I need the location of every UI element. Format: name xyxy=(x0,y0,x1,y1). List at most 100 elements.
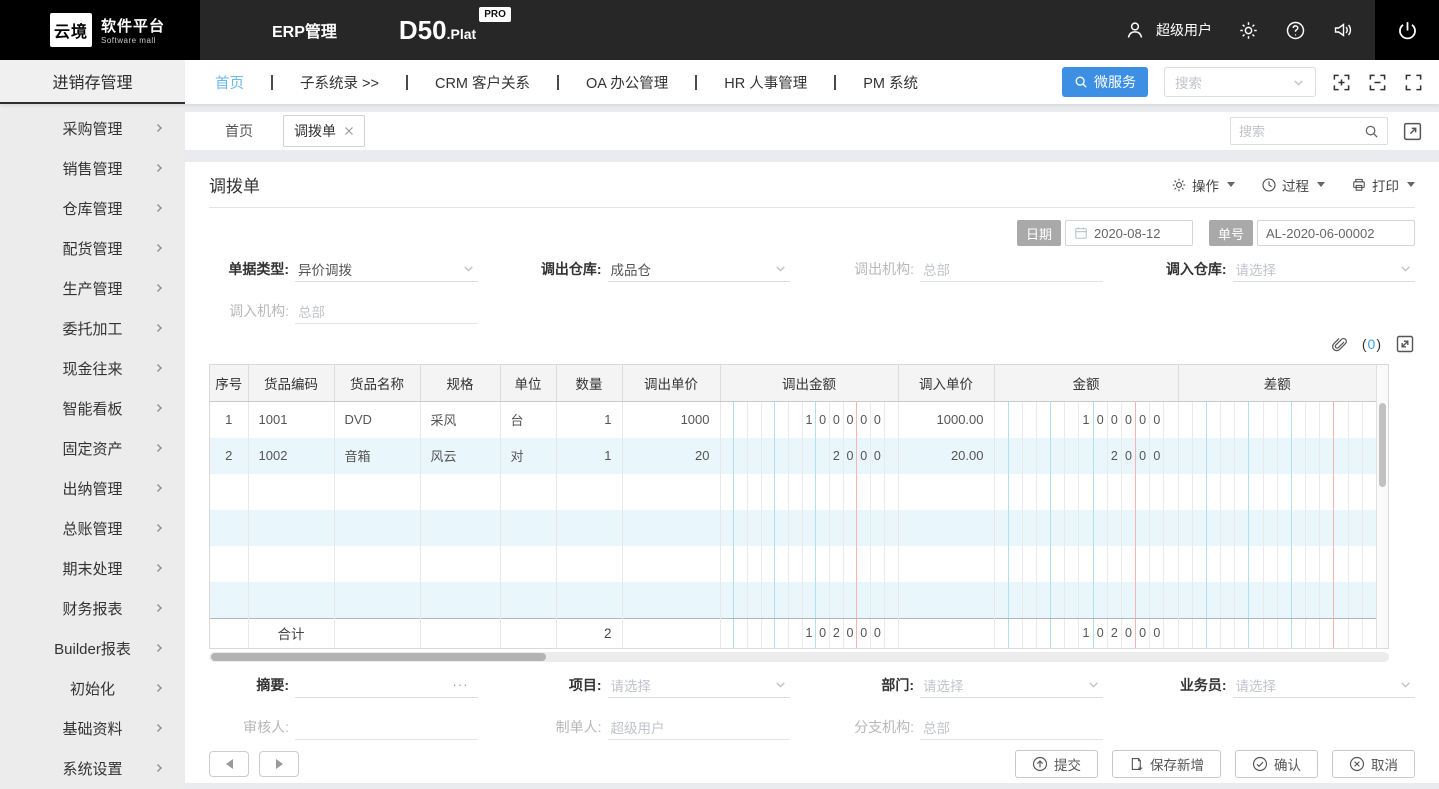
clock-action-button[interactable]: 过程 xyxy=(1261,175,1325,195)
logo[interactable]: 云境 软件平台 Software mall xyxy=(0,0,200,60)
cell-out_amount[interactable] xyxy=(720,474,898,510)
cell-name[interactable] xyxy=(334,474,420,510)
tab-close-icon[interactable] xyxy=(344,126,354,136)
cell-out_price[interactable] xyxy=(622,546,720,582)
logout-button[interactable] xyxy=(1375,0,1439,60)
nav-link[interactable]: CRM 客户关系 xyxy=(408,72,557,93)
cell-out_amount[interactable]: 102000 xyxy=(720,618,898,648)
cell-code[interactable]: 1001 xyxy=(248,401,334,438)
sidebar-item[interactable]: 采购管理 xyxy=(0,108,185,148)
nav-link[interactable]: HR 人事管理 xyxy=(697,72,834,93)
module-title[interactable]: 进销存管理 xyxy=(0,60,185,104)
gear-action-button[interactable]: 操作 xyxy=(1171,175,1235,195)
cell-in_price[interactable] xyxy=(898,510,994,546)
summary-input[interactable]: ··· xyxy=(295,672,478,698)
date-input[interactable]: 2020-08-12 xyxy=(1065,220,1193,246)
horizontal-scrollbar-thumb[interactable] xyxy=(211,653,546,661)
cell-out_amount[interactable] xyxy=(720,510,898,546)
sidebar-item[interactable]: 财务报表 xyxy=(0,588,185,628)
tab-search-input[interactable] xyxy=(1239,124,1358,139)
cell-name[interactable] xyxy=(334,510,420,546)
salesman-select[interactable]: 请选择 xyxy=(1233,672,1416,698)
cell-amount[interactable]: 100000 xyxy=(994,401,1178,438)
cell-seq[interactable] xyxy=(210,474,248,510)
cell-diff[interactable] xyxy=(1178,546,1376,582)
zoom-out-button[interactable] xyxy=(1368,73,1387,92)
in-warehouse-select[interactable]: 请选择 xyxy=(1233,256,1416,282)
vertical-scrollbar[interactable] xyxy=(1376,365,1388,648)
save-button[interactable]: 保存新增 xyxy=(1112,750,1221,778)
cell-out_price[interactable]: 20 xyxy=(622,438,720,474)
cell-unit[interactable]: 对 xyxy=(500,438,556,474)
cell-out_amount[interactable]: 100000 xyxy=(720,401,898,438)
docno-input[interactable]: AL-2020-06-00002 xyxy=(1257,220,1415,246)
cell-seq[interactable] xyxy=(210,618,248,648)
microservice-button[interactable]: 微服务 xyxy=(1062,67,1148,97)
cell-code[interactable] xyxy=(248,582,334,619)
cell-code[interactable]: 1002 xyxy=(248,438,334,474)
cell-out_amount[interactable] xyxy=(720,546,898,582)
expand-table-button[interactable] xyxy=(1395,334,1415,354)
cell-amount[interactable] xyxy=(994,510,1178,546)
sidebar-item[interactable]: 期末处理 xyxy=(0,548,185,588)
sidebar-item[interactable]: 总账管理 xyxy=(0,508,185,548)
cell-seq[interactable]: 1 xyxy=(210,401,248,438)
sidebar-item[interactable]: 委托加工 xyxy=(0,308,185,348)
cell-spec[interactable]: 风云 xyxy=(420,438,500,474)
cell-diff[interactable] xyxy=(1178,582,1376,619)
cell-out_amount[interactable]: 2000 xyxy=(720,438,898,474)
nav-link[interactable]: 首页 xyxy=(215,72,271,93)
cell-amount[interactable] xyxy=(994,546,1178,582)
cell-seq[interactable] xyxy=(210,546,248,582)
user-menu[interactable]: 超级用户 xyxy=(1124,19,1212,41)
cell-seq[interactable] xyxy=(210,582,248,619)
cell-unit[interactable] xyxy=(500,474,556,510)
cell-code[interactable] xyxy=(248,546,334,582)
cell-amount[interactable] xyxy=(994,582,1178,619)
cell-qty[interactable] xyxy=(556,474,622,510)
cell-name[interactable]: 音箱 xyxy=(334,438,420,474)
settings-button[interactable] xyxy=(1238,20,1259,41)
next-record-button[interactable] xyxy=(259,751,299,777)
cell-qty[interactable]: 1 xyxy=(556,438,622,474)
help-button[interactable] xyxy=(1285,20,1306,41)
cell-name[interactable] xyxy=(334,546,420,582)
global-search-select[interactable]: 搜索 xyxy=(1164,67,1316,97)
more-button[interactable]: ··· xyxy=(453,677,469,692)
sidebar-item[interactable]: 基础资料 xyxy=(0,708,185,748)
cell-qty[interactable] xyxy=(556,582,622,619)
tab-document[interactable]: 调拨单 xyxy=(283,115,365,147)
sidebar-item[interactable]: 出纳管理 xyxy=(0,468,185,508)
cell-out_price[interactable] xyxy=(622,510,720,546)
cell-spec[interactable]: 采风 xyxy=(420,401,500,438)
cell-unit[interactable] xyxy=(500,510,556,546)
cell-diff[interactable] xyxy=(1178,438,1376,474)
cell-unit[interactable] xyxy=(500,546,556,582)
out-warehouse-select[interactable]: 成品仓 xyxy=(608,256,791,282)
printer-action-button[interactable]: 打印 xyxy=(1351,175,1415,195)
cell-seq[interactable]: 2 xyxy=(210,438,248,474)
cell-qty[interactable] xyxy=(556,546,622,582)
cell-in_price[interactable] xyxy=(898,618,994,648)
cell-diff[interactable] xyxy=(1178,401,1376,438)
cell-amount[interactable]: 102000 xyxy=(994,618,1178,648)
cell-qty[interactable]: 2 xyxy=(556,618,622,648)
cell-name[interactable]: DVD xyxy=(334,401,420,438)
sidebar-item[interactable]: 销售管理 xyxy=(0,148,185,188)
speaker-icon[interactable] xyxy=(1332,20,1355,40)
confirm-button[interactable]: 确认 xyxy=(1235,750,1318,778)
attachment-button[interactable] xyxy=(1331,336,1348,353)
vertical-scrollbar-thumb[interactable] xyxy=(1379,403,1386,487)
sidebar-item[interactable]: Builder报表 xyxy=(0,628,185,668)
cell-qty[interactable]: 1 xyxy=(556,401,622,438)
tab-home[interactable]: 首页 xyxy=(225,121,253,141)
sidebar-item[interactable]: 生产管理 xyxy=(0,268,185,308)
sidebar-item[interactable]: 固定资产 xyxy=(0,428,185,468)
cell-in_price[interactable] xyxy=(898,546,994,582)
cell-name[interactable] xyxy=(334,618,420,648)
cell-spec[interactable] xyxy=(420,582,500,619)
cell-out_price[interactable] xyxy=(622,582,720,619)
cell-out_price[interactable] xyxy=(622,618,720,648)
cell-spec[interactable] xyxy=(420,510,500,546)
cell-qty[interactable] xyxy=(556,510,622,546)
